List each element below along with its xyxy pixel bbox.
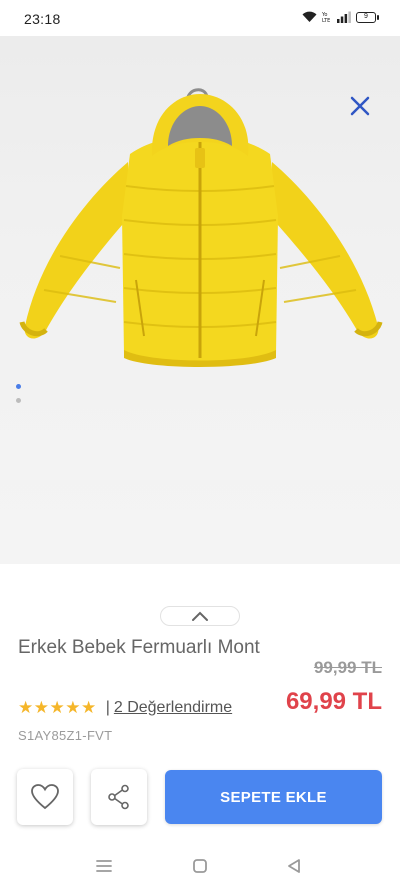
svg-text:LTE: LTE: [322, 18, 330, 23]
reviews-link[interactable]: 2 Değerlendirme: [114, 699, 232, 717]
system-nav-bar: [0, 844, 400, 888]
old-price: 99,99 TL: [313, 658, 382, 677]
share-icon: [108, 784, 129, 810]
product-image-gallery[interactable]: [0, 36, 400, 564]
product-code: S1AY85Z1-FVT: [18, 728, 113, 743]
gallery-dot-active[interactable]: [16, 384, 21, 389]
rating-stars: ★★★★★: [18, 698, 97, 717]
product-image: [19, 88, 383, 367]
gallery-dot[interactable]: [16, 398, 21, 403]
status-bar: 23:18 Yo LTE 9: [0, 0, 400, 36]
gallery-pagination: [16, 384, 21, 403]
recent-apps-button[interactable]: [94, 856, 114, 876]
back-triangle-icon: [288, 859, 300, 873]
expand-details-button[interactable]: [160, 606, 240, 626]
rating-row: ★★★★★ | 2 Değerlendirme: [18, 697, 232, 719]
new-price: 69,99 TL: [285, 688, 382, 715]
add-to-cart-button[interactable]: SEPETE EKLE: [165, 770, 382, 824]
status-icons: Yo LTE 9: [302, 11, 379, 23]
close-icon: [350, 96, 370, 116]
chevron-up-icon: [192, 611, 208, 621]
close-button[interactable]: [348, 94, 372, 118]
signal-icon: [337, 11, 351, 23]
battery-icon: 9: [356, 11, 379, 23]
product-title: Erkek Bebek Fermuarlı Mont: [18, 637, 260, 658]
volte-icon: Yo LTE: [322, 12, 330, 23]
menu-icon: [96, 860, 112, 872]
rating-separator: |: [105, 699, 110, 716]
status-time: 23:18: [24, 11, 61, 27]
wifi-icon: [302, 11, 317, 22]
heart-icon: [31, 784, 59, 810]
home-button[interactable]: [190, 856, 210, 876]
favorite-button[interactable]: [17, 769, 73, 825]
share-button[interactable]: [91, 769, 147, 825]
back-button[interactable]: [284, 856, 304, 876]
home-square-icon: [193, 859, 207, 873]
